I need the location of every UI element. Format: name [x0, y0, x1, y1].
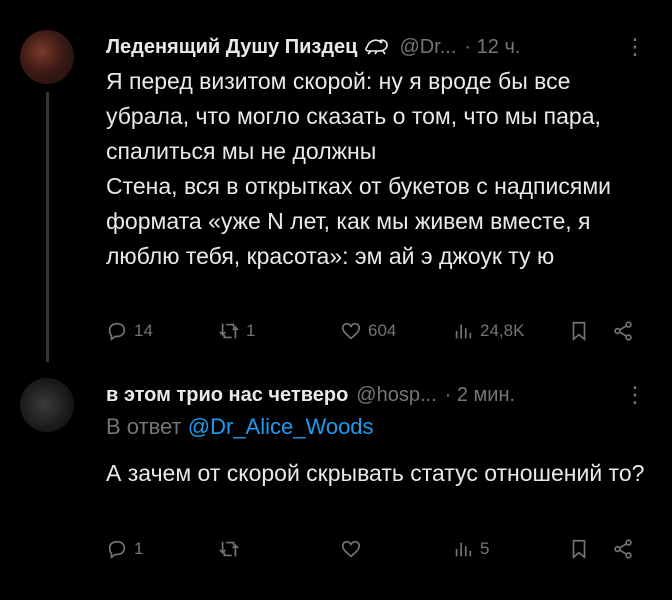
retweet-button[interactable]: [218, 534, 246, 564]
tweet-header: Леденящий Душу Пиздец @Dr... · 12 ч. ⋮: [106, 30, 672, 64]
share-icon: [614, 321, 632, 341]
views-count: 5: [480, 539, 490, 558]
frog-icon: [363, 33, 391, 61]
tweet[interactable]: Леденящий Душу Пиздец @Dr... · 12 ч. ⋮ Я…: [0, 0, 672, 362]
tweet-text: А зачем от скорой скрывать статус отноше…: [106, 460, 645, 486]
like-button[interactable]: 604: [340, 316, 396, 346]
share-button[interactable]: [612, 534, 634, 564]
reply-prefix: В ответ: [106, 414, 182, 439]
tweet-header: в этом трио нас четверо @hosp... · 2 мин…: [106, 378, 672, 412]
tweet-text: Я перед визитом скорой: ну я вроде бы вс…: [106, 68, 611, 269]
reply-mention-link[interactable]: @Dr_Alice_Woods: [188, 414, 374, 439]
reply-button[interactable]: 1: [106, 534, 143, 564]
share-button[interactable]: [612, 316, 634, 346]
action-bar: 14 1 604 24,8K: [106, 316, 648, 346]
avatar[interactable]: [20, 378, 74, 432]
views-icon: [455, 542, 472, 557]
bookmark-icon: [572, 539, 586, 560]
share-icon: [614, 539, 632, 559]
retweet-count: 1: [246, 321, 256, 340]
timestamp[interactable]: · 12 ч.: [464, 36, 520, 59]
author-name[interactable]: в этом трио нас четверо: [106, 384, 348, 407]
author-handle[interactable]: @Dr...: [399, 36, 456, 59]
retweet-button[interactable]: 1: [218, 316, 255, 346]
reply-count: 14: [134, 321, 153, 340]
views-button[interactable]: 5: [452, 534, 489, 564]
action-bar: 1 5: [106, 534, 648, 564]
author-handle[interactable]: @hosp...: [356, 384, 436, 407]
bookmark-icon: [572, 321, 586, 342]
views-count: 24,8K: [480, 321, 525, 340]
reply-count: 1: [134, 539, 144, 558]
avatar[interactable]: [20, 30, 74, 84]
reply-icon: [108, 322, 126, 341]
more-options-icon[interactable]: ⋮: [624, 34, 646, 60]
reply-context: В ответ @Dr_Alice_Woods: [106, 414, 374, 440]
reply-icon: [108, 540, 126, 559]
like-button[interactable]: [340, 534, 368, 564]
author-name[interactable]: Леденящий Душу Пиздец: [106, 36, 357, 59]
heart-icon: [341, 322, 361, 340]
thread-line: [46, 92, 49, 362]
reply-button[interactable]: 14: [106, 316, 153, 346]
heart-icon: [341, 540, 361, 558]
bookmark-button[interactable]: [568, 316, 590, 346]
retweet-icon: [219, 323, 239, 339]
more-options-icon[interactable]: ⋮: [624, 382, 646, 408]
tweet[interactable]: в этом трио нас четверо @hosp... · 2 мин…: [0, 362, 672, 600]
like-count: 604: [368, 321, 397, 340]
timestamp[interactable]: · 2 мин.: [445, 384, 515, 407]
bookmark-button[interactable]: [568, 534, 590, 564]
views-icon: [455, 324, 472, 339]
views-button[interactable]: 24,8K: [452, 316, 524, 346]
retweet-icon: [219, 541, 239, 557]
